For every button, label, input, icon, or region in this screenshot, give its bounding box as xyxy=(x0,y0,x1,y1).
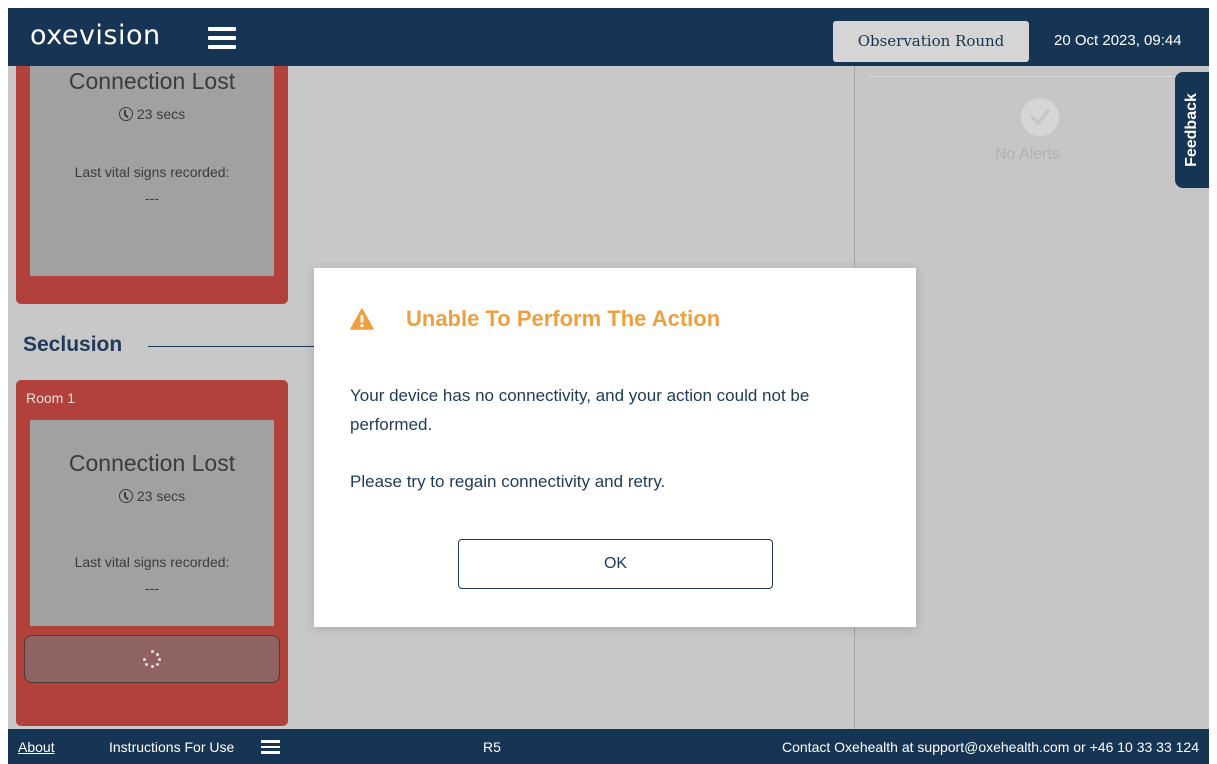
hamburger-icon-line xyxy=(208,36,236,40)
about-link[interactable]: About xyxy=(18,739,55,755)
warning-icon xyxy=(350,308,374,330)
vitals-label: Last vital signs recorded: xyxy=(74,164,230,180)
footer-bar: About Instructions For Use R5 Contact Ox… xyxy=(8,729,1209,764)
current-datetime: 20 Oct 2023, 09:44 xyxy=(1054,32,1182,49)
alerts-divider xyxy=(869,76,1199,77)
hamburger-icon-line xyxy=(208,45,236,49)
room-card[interactable]: Room 1 Connection Lost 23 secs Last vita… xyxy=(16,380,288,726)
connection-timer: 23 secs xyxy=(30,488,274,504)
dialog-message: Your device has no connectivity, and you… xyxy=(350,386,810,434)
feedback-tab[interactable]: Feedback xyxy=(1175,72,1209,188)
check-circle-icon xyxy=(1021,98,1059,136)
room-label: Room 1 xyxy=(26,390,76,406)
version-label: R5 xyxy=(483,739,501,755)
observation-round-button[interactable]: Observation Round xyxy=(833,21,1029,62)
hamburger-icon-line xyxy=(208,27,236,31)
room-action-button[interactable] xyxy=(24,635,280,683)
room-card[interactable]: Connection Lost 23 secs Last vital signs… xyxy=(16,66,288,304)
vitals-value: --- xyxy=(145,580,159,596)
room-status-panel: Connection Lost 23 secs Last vital signs… xyxy=(30,66,274,276)
no-alerts-text: No Alerts xyxy=(995,146,1060,163)
loading-spinner-icon xyxy=(143,650,161,668)
clock-icon xyxy=(118,107,133,121)
app-logo: oxevision xyxy=(30,20,161,51)
error-dialog: Unable To Perform The Action Your device… xyxy=(314,268,916,627)
vitals-value: --- xyxy=(145,190,159,206)
app-window: oxevision Observation Round 20 Oct 2023,… xyxy=(8,8,1209,764)
top-bar: oxevision Observation Round 20 Oct 2023,… xyxy=(8,8,1209,66)
vitals-label: Last vital signs recorded: xyxy=(74,554,230,570)
feedback-label: Feedback xyxy=(1183,93,1200,167)
connection-status: Connection Lost xyxy=(68,450,236,476)
timer-value: 23 secs xyxy=(136,106,186,122)
dialog-hint: Please try to regain connectivity and re… xyxy=(350,472,666,491)
section-divider xyxy=(148,346,318,347)
contact-info: Contact Oxehealth at support@oxehealth.c… xyxy=(782,739,1199,755)
timer-value: 23 secs xyxy=(136,488,186,504)
main-menu-button[interactable] xyxy=(208,27,236,49)
dialog-title: Unable To Perform The Action xyxy=(406,306,721,331)
ok-button[interactable]: OK xyxy=(458,539,773,589)
clock-icon xyxy=(118,489,133,503)
room-status-panel: Connection Lost 23 secs Last vital signs… xyxy=(30,420,274,626)
instructions-menu-icon[interactable] xyxy=(261,740,280,754)
instructions-for-use-link[interactable]: Instructions For Use xyxy=(109,739,234,755)
main-content: Connection Lost 23 secs Last vital signs… xyxy=(8,66,1209,729)
connection-status: Connection Lost xyxy=(68,68,236,94)
section-title-seclusion: Seclusion xyxy=(23,333,123,356)
connection-timer: 23 secs xyxy=(30,106,274,122)
